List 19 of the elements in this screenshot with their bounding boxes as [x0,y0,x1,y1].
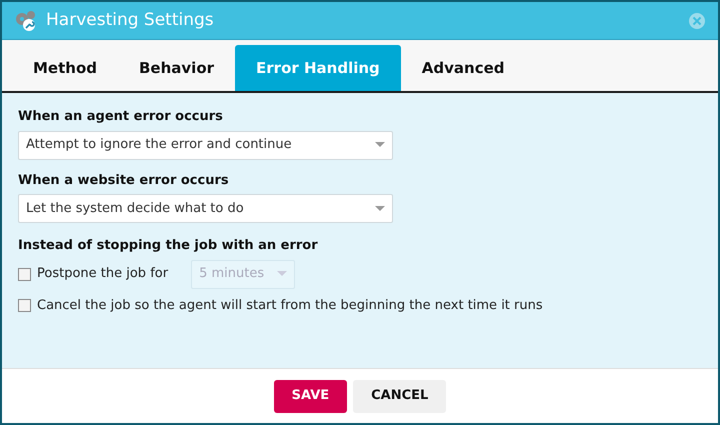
tab[interactable]: Advanced [400,45,526,91]
gear-wrench-icon [14,10,38,32]
checkbox-label: Cancel the job so the agent will start from the beginning the next time it runs [37,296,543,315]
checkbox[interactable] [18,299,31,312]
checkbox-label: Postpone the job for [37,265,168,284]
window-title: Harvesting Settings [46,8,214,32]
dropdown[interactable]: Let the system decide what to do [18,194,393,223]
caret-icon [277,271,288,277]
cancel-button[interactable]: CANCEL [353,380,446,412]
section-label: Instead of stopping the job with an error [18,237,319,255]
caret-icon [375,206,385,212]
caret-icon [375,142,385,148]
tab[interactable]: Method [12,45,118,91]
section-label: When an agent error occurs [18,108,224,126]
section-label: When a website error occurs [18,172,230,190]
checkbox[interactable] [18,268,31,280]
save-button[interactable]: SAVE [274,380,348,412]
dropdown[interactable]: Attempt to ignore the error and continue [18,130,393,160]
tab[interactable]: Behavior [118,45,236,91]
